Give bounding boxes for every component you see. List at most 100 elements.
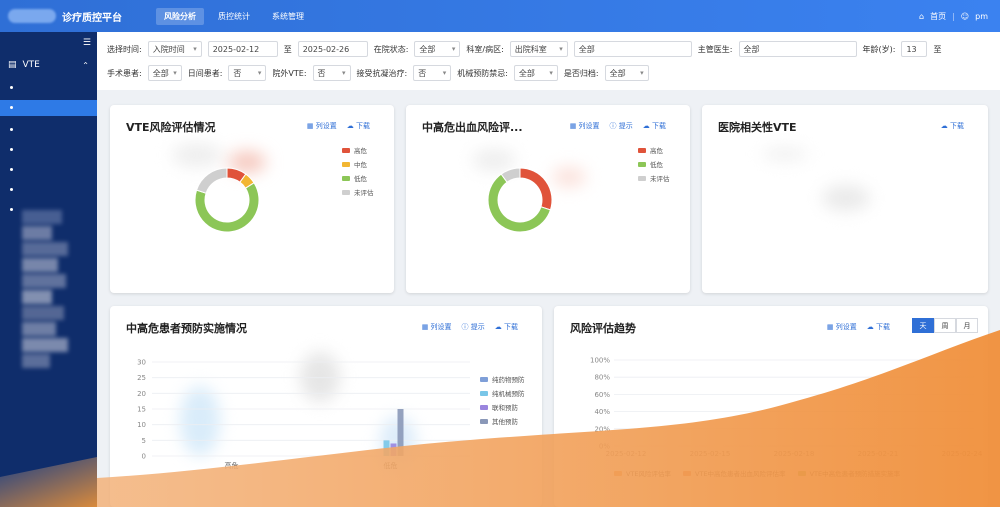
chevron-down-icon: ▾ [559,45,563,53]
chevron-down-icon: ▾ [193,45,197,53]
mech-contra-select[interactable]: 全部 ▾ [513,65,558,81]
nav-qc-stats[interactable]: 质控统计 [210,8,258,25]
time-type-select[interactable]: 入院时间 ▾ [147,41,202,57]
nav-system-admin[interactable]: 系统管理 [264,8,312,25]
archived-label: 是否归档: [563,68,599,78]
start-date-input[interactable]: 2025-02-12 [207,41,278,57]
legend-item: 未评估 [638,173,670,183]
archived-select[interactable]: 全部 ▾ [604,65,649,81]
bullet-icon [10,168,13,171]
bar [383,440,390,456]
bullet-icon [10,208,13,211]
age-min-value: 13 [906,44,917,54]
dept-value: 全部 [578,44,595,54]
sidebar-item-active[interactable] [0,100,97,116]
sidebar-item[interactable] [0,122,97,138]
outside-vte-select[interactable]: 否 ▾ [312,65,351,81]
outside-vte-label: 院外VTE: [272,68,307,78]
bleed-risk-card: 中高危出血风险评... ▦ 列设置 ⓘ 提示 ☁ 下载 高危 低危 未评估 [406,105,690,293]
legend-item: 未评估 [342,187,374,197]
sidebar-item[interactable] [0,80,97,96]
sidebar-item[interactable] [0,142,97,158]
home-icon[interactable]: ⌂ [919,12,924,21]
sidebar-item[interactable] [0,182,97,198]
x-tick-label: 2025-02-15 [690,450,731,458]
prevention-bar-chart: 0 5 10 15 20 25 30 高危 低危 [137,359,470,470]
y-tick-label: 5 [142,437,146,445]
dept-type-value: 出院科室 [514,44,547,54]
nav-risk-analysis[interactable]: 风险分析 [156,7,204,25]
chevron-down-icon: ▾ [640,69,644,77]
legend-label: 纯机械预防 [492,390,525,398]
bullet-icon [10,188,13,191]
day-patient-value: 否 [233,68,242,78]
legend-label: 联和预防 [492,404,518,412]
download-button[interactable]: ☁ 下载 [941,121,964,131]
prevention-card: 中高危患者预防实施情况 ▦ 列设置 ⓘ 提示 ☁ 下载 0 5 10 15 20 25 30… [110,306,542,507]
anticoag-label: 接受抗凝治疗: [356,68,408,78]
status-value: 全部 [419,44,436,54]
doctor-input[interactable]: 全部 [738,41,857,57]
x-tick-label: 2025-02-21 [858,450,899,458]
sidebar-group-vte[interactable]: ▤ VTE ⌃ [0,56,97,74]
y-tick-label: 60% [594,391,610,399]
chevron-down-icon: ▾ [442,69,447,77]
legend-item: VTE中高危患者出血风险评估率 [683,468,786,478]
filter-row-1: 选择时间: 入院时间 ▾ 2025-02-12 至 2025-02-26 在院状态… [107,40,990,58]
top-bar: 诊疗质控平台 风险分析 质控统计 系统管理 ⌂ 首页 | ☺ pm [0,0,1000,32]
vte-risk-card: VTE风险评估情况 ▦ 列设置 ☁ 下载 高危 中危 低危 未评估 [110,105,394,293]
legend-swatch [342,161,350,167]
home-link[interactable]: 首页 [930,11,946,22]
legend-item: 低危 [342,173,374,183]
range-separator: 至 [283,44,292,54]
legend-item: VTE风险评估率 [614,468,671,478]
collapse-icon[interactable]: ☰ [83,38,91,48]
day-patient-select[interactable]: 否 ▾ [228,65,267,81]
redacted-menu-area [22,210,72,390]
user-icon[interactable]: ☺ [961,12,969,21]
bullet-icon [10,106,13,109]
document-icon: ▤ [8,60,17,70]
day-patient-label: 日间患者: [187,68,223,78]
trend-card: 风险评估趋势 ▦ 列设置 ☁ 下载 天 周 月 0% 20% 40% 60% 80% 10… [554,306,988,507]
dept-type-select[interactable]: 出院科室 ▾ [509,41,568,57]
bleed-risk-donut [487,167,553,233]
age-label: 年龄(岁): [862,44,896,54]
legend-label: VTE中高危患者预防措施实施率 [809,470,901,478]
sidebar-decoration [0,457,97,507]
bullet-icon [10,148,13,151]
legend-swatch [638,175,646,181]
end-date-input[interactable]: 2025-02-26 [297,41,368,57]
status-label: 在院状态: [373,44,409,54]
legend-item: 高危 [342,145,374,155]
status-select[interactable]: 全部 ▾ [414,41,461,57]
y-tick-label: 0 [142,453,146,461]
x-tick-label: 高危 [225,461,239,470]
legend-item: 纯机械预防 [480,388,525,398]
mech-contra-label: 机械预防禁忌: [457,68,508,78]
dept-input[interactable]: 全部 [573,41,692,57]
legend-swatch [480,404,488,410]
anticoag-value: 否 [418,68,427,78]
legend-label: 高危 [650,147,663,155]
anticoag-select[interactable]: 否 ▾ [413,65,452,81]
sidebar-item[interactable] [0,162,97,178]
y-tick-label: 25 [137,374,146,382]
bar [390,443,397,456]
legend-label: VTE风险评估率 [626,470,672,478]
card-actions: ☁ 下载 [941,121,964,131]
time-type-value: 入院时间 [152,44,185,54]
age-min-input[interactable]: 13 [901,41,928,57]
chevron-up-icon[interactable]: ⌃ [82,61,89,70]
legend-swatch [638,147,646,153]
chart-legend: VTE风险评估率 VTE中高危患者出血风险评估率 VTE中高危患者预防措施实施率 [614,468,900,482]
legend-item: 其他预防 [480,416,525,426]
surgery-select[interactable]: 全部 ▾ [147,65,182,81]
user-name[interactable]: pm [975,12,988,21]
card-title: 医院相关性VTE [718,121,797,134]
x-tick-label: 2025-02-24 [942,450,983,458]
legend-item: 高危 [638,145,670,155]
legend-label: 高危 [354,147,367,155]
start-date-value: 2025-02-12 [212,44,260,54]
legend-swatch [797,470,806,476]
